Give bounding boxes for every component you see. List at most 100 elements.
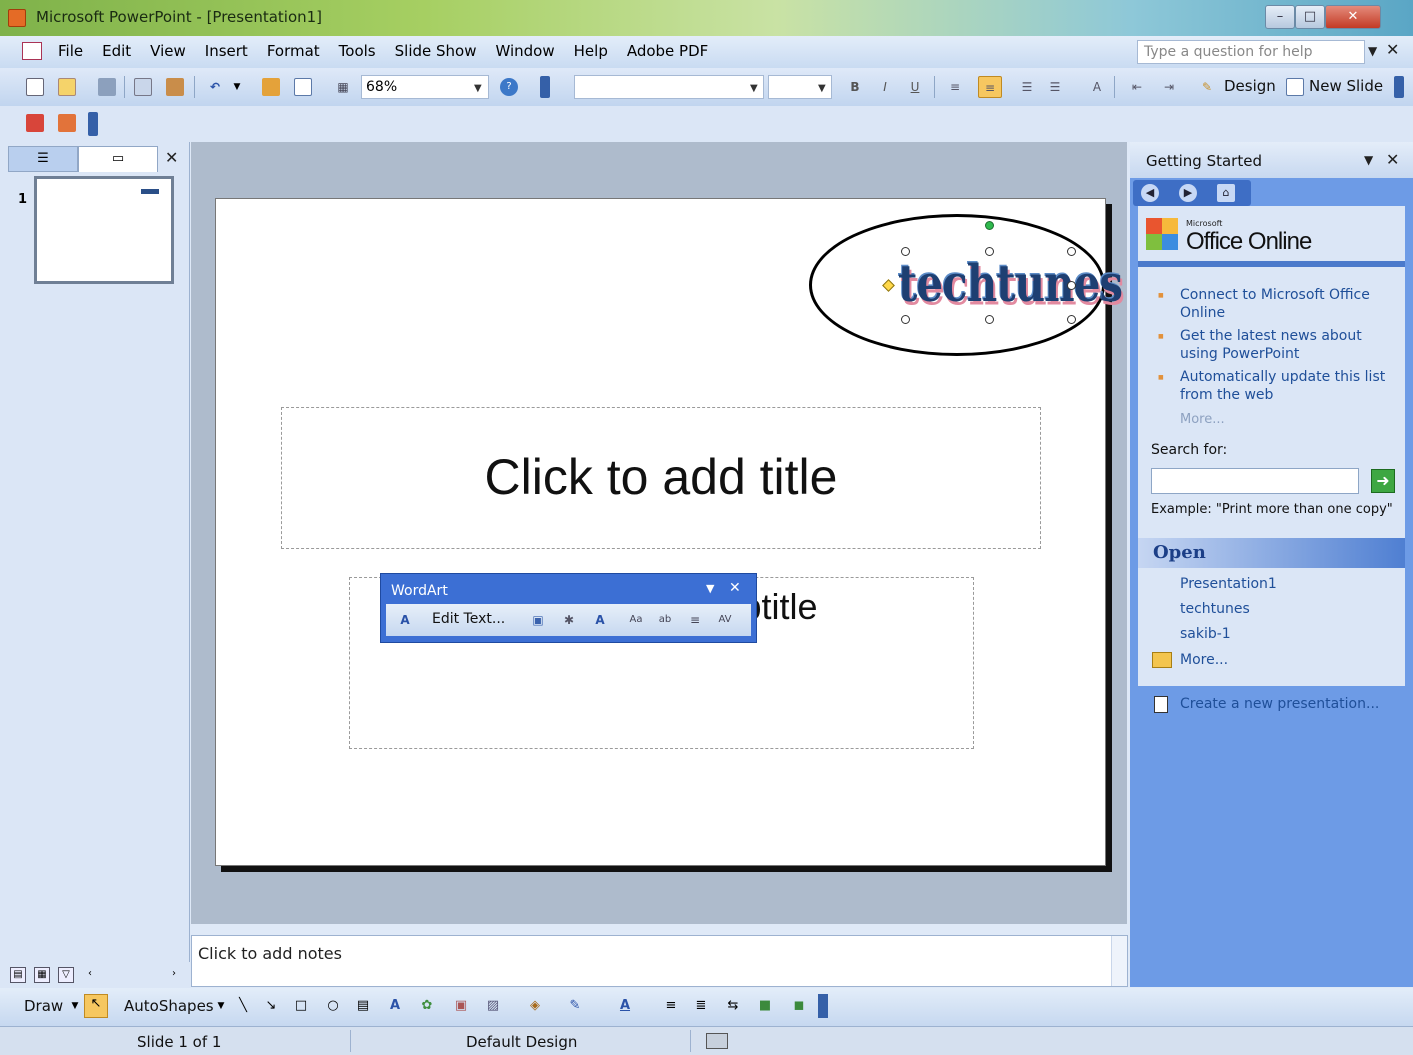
search-go-button[interactable]: ➜ bbox=[1371, 469, 1395, 493]
3d-style-icon[interactable]: ◼ bbox=[790, 997, 808, 1015]
zoom-dropdown-icon[interactable]: ▼ bbox=[474, 83, 482, 94]
toolbar-menu-icon[interactable]: ▼ bbox=[706, 582, 714, 595]
bold-button[interactable]: B bbox=[846, 78, 864, 96]
close-button[interactable]: ✕ bbox=[1325, 5, 1381, 29]
spelling-status-icon[interactable] bbox=[706, 1033, 728, 1049]
character-spacing-icon[interactable]: AV bbox=[716, 611, 734, 629]
print-icon[interactable] bbox=[98, 78, 116, 96]
wordart-object[interactable]: techtunes bbox=[898, 254, 1123, 313]
grid-icon[interactable]: ▦ bbox=[334, 78, 352, 96]
open-icon[interactable] bbox=[58, 78, 76, 96]
italic-button[interactable]: I bbox=[876, 78, 894, 96]
slide-show-icon[interactable]: ▽ bbox=[58, 967, 74, 983]
rectangle-icon[interactable]: □ bbox=[292, 997, 310, 1015]
diagram-icon[interactable]: ✿ bbox=[418, 997, 436, 1015]
decrease-indent-icon[interactable]: ⇤ bbox=[1128, 78, 1146, 96]
resize-handle-bl[interactable] bbox=[901, 315, 910, 324]
format-wordart-icon[interactable]: ✱ bbox=[560, 611, 578, 629]
underline-button[interactable]: U bbox=[906, 78, 924, 96]
clip-art-icon[interactable]: ▣ bbox=[452, 997, 470, 1015]
help-search-input[interactable]: Type a question for help bbox=[1137, 40, 1365, 64]
menu-insert[interactable]: Insert bbox=[205, 42, 248, 60]
recent-file[interactable]: techtunes bbox=[1180, 601, 1277, 626]
tab-slides[interactable]: ▭ bbox=[78, 146, 158, 172]
maximize-button[interactable]: □ bbox=[1295, 5, 1325, 29]
link-auto-update[interactable]: Automatically update this list from the … bbox=[1152, 368, 1402, 404]
help-dropdown-icon[interactable]: ▼ bbox=[1368, 44, 1377, 58]
edit-text-button[interactable]: Edit Text... bbox=[432, 611, 505, 627]
forward-icon[interactable]: ▶ bbox=[1179, 184, 1197, 202]
rotation-handle[interactable] bbox=[985, 221, 994, 230]
picture-icon[interactable]: ▨ bbox=[484, 997, 502, 1015]
select-objects-icon[interactable]: ↖ bbox=[84, 994, 108, 1018]
draw-dropdown-icon[interactable]: ▼ bbox=[66, 997, 84, 1015]
task-pane-menu-icon[interactable]: ▼ bbox=[1364, 153, 1373, 167]
draw-menu-button[interactable]: Draw bbox=[24, 997, 63, 1015]
resize-handle-tr[interactable] bbox=[1067, 247, 1076, 256]
shadow-style-icon[interactable]: ■ bbox=[756, 997, 774, 1015]
insert-wordart-icon-2[interactable]: A bbox=[386, 997, 404, 1015]
open-more-link[interactable]: More... bbox=[1180, 652, 1228, 668]
task-pane-close-icon[interactable]: ✕ bbox=[1386, 150, 1399, 169]
text-box-icon[interactable]: ▤ bbox=[354, 997, 372, 1015]
wordart-shape-icon[interactable]: A bbox=[591, 611, 609, 629]
resize-handle-br[interactable] bbox=[1067, 315, 1076, 324]
title-placeholder[interactable]: Click to add title bbox=[281, 407, 1041, 549]
document-close-icon[interactable]: ✕ bbox=[1386, 40, 1399, 59]
zoom-select[interactable]: 68% bbox=[361, 75, 489, 99]
menu-slide-show[interactable]: Slide Show bbox=[395, 42, 477, 60]
alignment-icon[interactable]: ≡ bbox=[686, 611, 704, 629]
slide-canvas[interactable]: techtunes Click to add title Click to ad… bbox=[215, 198, 1123, 866]
font-color-icon[interactable]: A bbox=[616, 997, 634, 1015]
new-slide-icon[interactable] bbox=[1286, 78, 1304, 96]
create-presentation-link[interactable]: Create a new presentation... bbox=[1180, 696, 1379, 712]
dash-style-icon[interactable]: ≣ bbox=[692, 997, 710, 1015]
toolbar-options-icon[interactable] bbox=[540, 76, 550, 98]
wordart-toolbar[interactable]: WordArt ▼ ✕ A Edit Text... ▣ ✱ A Aa ab ≡… bbox=[380, 573, 757, 643]
font-select[interactable] bbox=[574, 75, 764, 99]
menu-help[interactable]: Help bbox=[574, 42, 608, 60]
resize-handle-t[interactable] bbox=[985, 247, 994, 256]
arrow-style-icon[interactable]: ⇆ bbox=[724, 997, 742, 1015]
paste-icon[interactable] bbox=[166, 78, 184, 96]
new-icon[interactable] bbox=[26, 78, 44, 96]
drawing-toolbar-options-icon[interactable] bbox=[818, 994, 828, 1018]
search-input[interactable] bbox=[1151, 468, 1359, 494]
font-dropdown-icon[interactable]: ▼ bbox=[750, 83, 758, 94]
menu-format[interactable]: Format bbox=[267, 42, 320, 60]
notes-scrollbar[interactable] bbox=[1111, 936, 1127, 986]
pdf-email-icon[interactable] bbox=[58, 114, 76, 132]
insert-wordart-icon[interactable]: A bbox=[396, 611, 414, 629]
recent-file[interactable]: sakib-1 bbox=[1180, 626, 1277, 651]
slide-sorter-icon[interactable]: ▦ bbox=[34, 967, 50, 983]
minimize-button[interactable]: – bbox=[1265, 5, 1295, 29]
task-pane-title[interactable]: Getting Started bbox=[1146, 152, 1262, 170]
vertical-text-icon[interactable]: ab bbox=[656, 611, 674, 629]
menu-adobe-pdf[interactable]: Adobe PDF bbox=[627, 42, 708, 60]
notes-pane[interactable]: Click to add notes bbox=[191, 935, 1128, 987]
undo-dropdown-icon[interactable]: ▼ bbox=[228, 78, 246, 96]
menu-window[interactable]: Window bbox=[495, 42, 554, 60]
menu-tools[interactable]: Tools bbox=[339, 42, 376, 60]
convert-pdf-icon[interactable] bbox=[26, 114, 44, 132]
resize-handle-tl[interactable] bbox=[901, 247, 910, 256]
copy-icon[interactable] bbox=[134, 78, 152, 96]
autoshapes-dropdown-icon[interactable]: ▼ bbox=[212, 997, 230, 1015]
numbering-icon[interactable]: ☰ bbox=[1018, 78, 1036, 96]
align-left-icon[interactable]: ≡ bbox=[946, 78, 964, 96]
pdf-toolbar-options-icon[interactable] bbox=[88, 112, 98, 136]
slide-thumbnail[interactable] bbox=[34, 176, 174, 284]
back-icon[interactable]: ◀ bbox=[1141, 184, 1159, 202]
resize-handle-b[interactable] bbox=[985, 315, 994, 324]
normal-view-icon[interactable]: ▤ bbox=[10, 967, 26, 983]
increase-font-icon[interactable]: A bbox=[1088, 78, 1106, 96]
menu-edit[interactable]: Edit bbox=[102, 42, 131, 60]
bullets-icon[interactable]: ☰ bbox=[1046, 78, 1064, 96]
same-letter-heights-icon[interactable]: Aa bbox=[627, 611, 645, 629]
pane-close-icon[interactable]: ✕ bbox=[165, 148, 178, 167]
home-icon[interactable]: ⌂ bbox=[1217, 184, 1235, 202]
autoshapes-menu-button[interactable]: AutoShapes bbox=[124, 997, 214, 1015]
help-icon[interactable]: ? bbox=[500, 78, 518, 96]
scroll-right-icon[interactable]: › bbox=[166, 967, 182, 983]
design-button[interactable]: Design bbox=[1224, 77, 1276, 95]
